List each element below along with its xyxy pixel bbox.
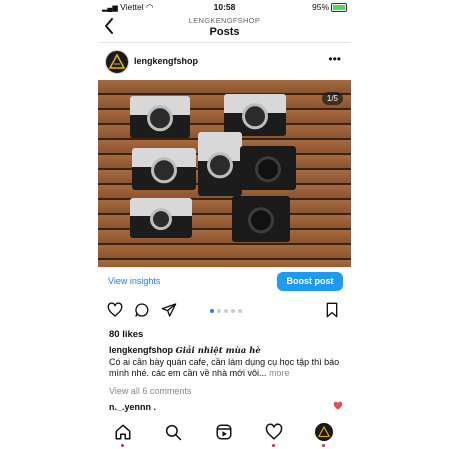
nav-account-name: LENGKENGFSHOP: [188, 16, 261, 25]
camera-image: [130, 198, 192, 238]
view-comments-link[interactable]: View all 6 comments: [109, 386, 191, 396]
carousel-dot: [210, 309, 214, 313]
caption-username[interactable]: lengkengfshop: [109, 345, 173, 355]
battery-indicator: 95%: [312, 2, 347, 12]
battery-icon: [331, 2, 347, 12]
post-image[interactable]: 1/5: [98, 80, 351, 267]
instagram-screen: ▂▄▆ Viettel ◠ 10:58 95% LENGKENGFSHOP Po…: [98, 0, 351, 449]
comment-heart-icon[interactable]: [333, 401, 343, 411]
caption-text: Có ai cần bày quán cafe, cần làm dụng cụ…: [109, 357, 340, 378]
post-header: lengkengfshop •••: [98, 48, 351, 74]
heart-icon[interactable]: [107, 302, 123, 318]
home-icon[interactable]: [114, 423, 132, 441]
battery-percent: 95%: [311, 2, 329, 12]
caption-more-link[interactable]: more: [269, 368, 290, 378]
avatar[interactable]: [105, 50, 129, 74]
search-icon[interactable]: [164, 423, 182, 441]
carousel-dot: [238, 309, 242, 313]
more-horizontal-icon[interactable]: •••: [328, 52, 341, 66]
carousel-dot: [224, 309, 228, 313]
camera-image: [232, 196, 290, 242]
insights-bar: View insights Boost post: [98, 269, 351, 293]
carousel-dot: [217, 309, 221, 313]
send-icon[interactable]: [161, 302, 177, 318]
nav-bar: LENGKENGFSHOP Posts: [98, 14, 351, 43]
reels-icon[interactable]: [215, 423, 233, 441]
camera-image: [130, 96, 190, 138]
post-username[interactable]: lengkengfshop: [134, 56, 198, 66]
comment-username[interactable]: n._.yennn .: [109, 402, 156, 412]
camera-image: [132, 148, 196, 190]
likes-count[interactable]: 80 likes: [109, 329, 143, 340]
view-insights-link[interactable]: View insights: [108, 276, 160, 286]
activity-heart-icon[interactable]: [265, 423, 283, 441]
camera-image: [224, 94, 286, 136]
boost-post-button[interactable]: Boost post: [277, 272, 343, 291]
profile-avatar[interactable]: [315, 423, 333, 441]
image-counter: 1/5: [321, 92, 343, 105]
action-bar: [98, 299, 351, 321]
bottom-tab-bar: [98, 418, 351, 449]
camera-image: [198, 132, 242, 196]
status-bar: ▂▄▆ Viettel ◠ 10:58 95%: [98, 0, 351, 14]
bookmark-icon[interactable]: [324, 302, 340, 318]
camera-image: [240, 146, 296, 190]
carousel-indicator: [210, 309, 242, 313]
post-caption: lengkengfshop Giải nhiệt mùa hè Có ai cầ…: [109, 345, 345, 379]
comment-icon[interactable]: [134, 302, 150, 318]
page-title: Posts: [209, 26, 240, 38]
carousel-dot: [231, 309, 235, 313]
caption-heading: Giải nhiệt mùa hè: [175, 346, 261, 356]
